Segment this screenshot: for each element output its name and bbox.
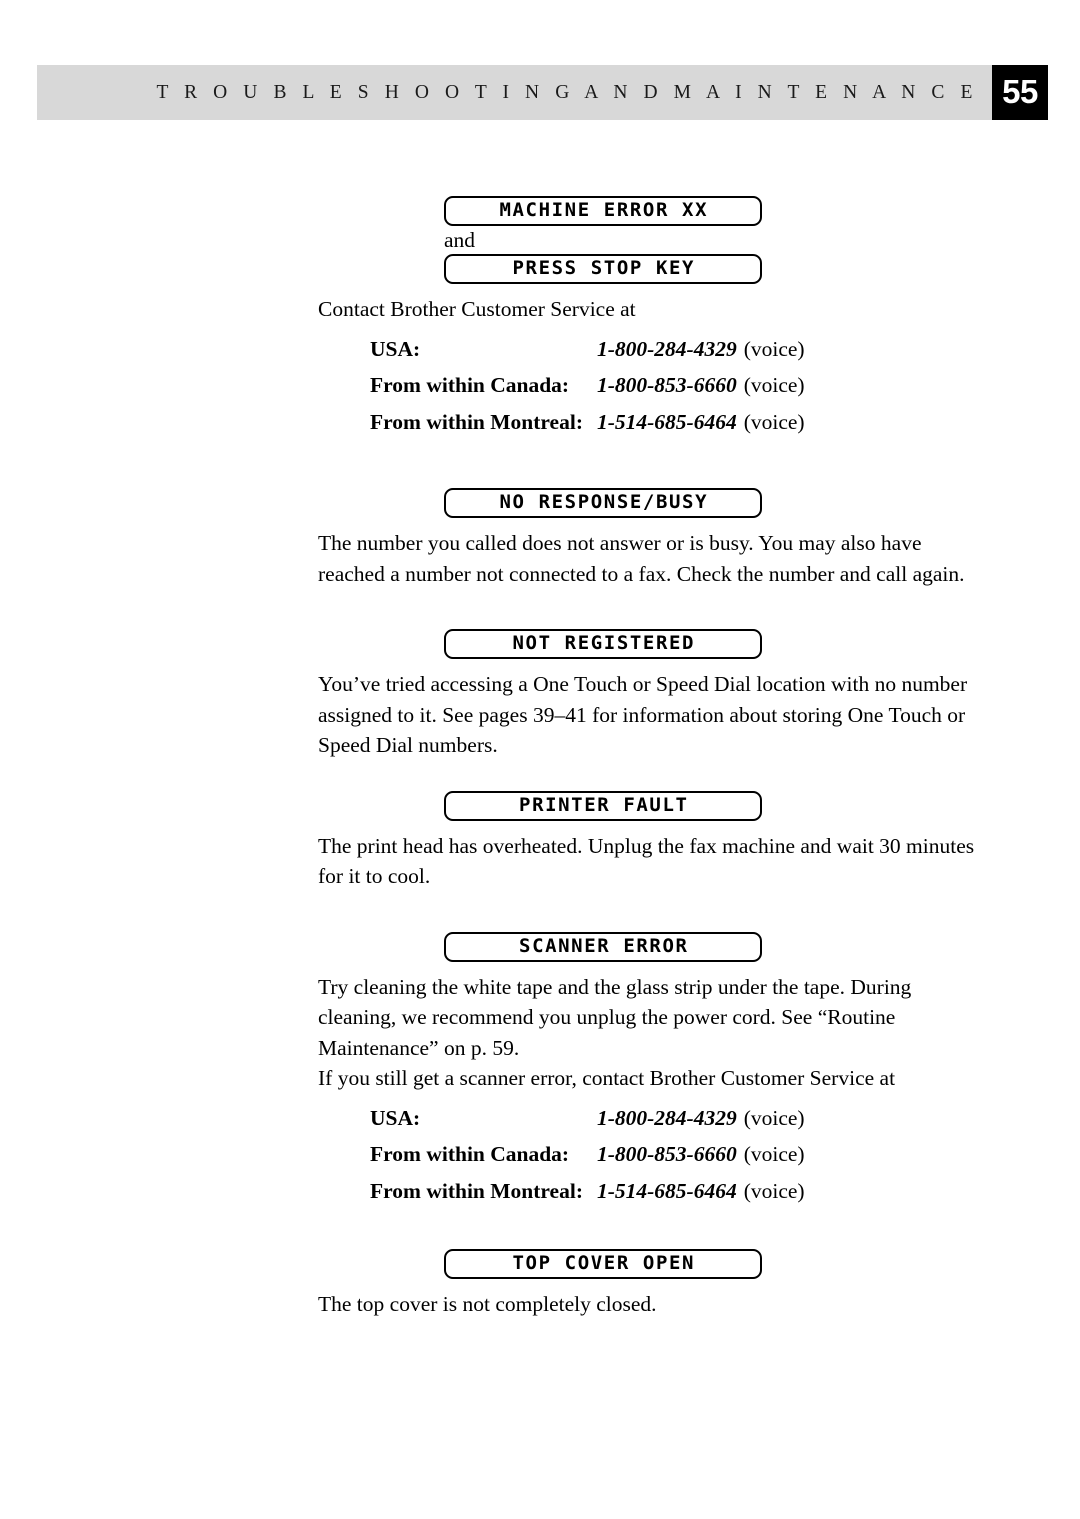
contact-label: From within Canada:	[370, 373, 570, 397]
contact-value: 1-514-685-6464 (voice)	[597, 404, 805, 441]
page-number: 55	[1002, 73, 1038, 110]
contact-note: (voice)	[743, 1105, 805, 1130]
contact-label: From within Montreal:	[370, 409, 583, 434]
contact-row: USA: 1-800-284-4329 (voice)	[318, 331, 805, 368]
lcd-display-no-response-busy: NO RESPONSE/BUSY	[444, 488, 762, 518]
lcd-text: TOP COVER OPEN	[512, 1252, 696, 1274]
contact-label: From within Montreal:	[370, 1178, 583, 1203]
page-number-box: 55	[992, 65, 1048, 120]
section-body-text: The print head has overheated. Unplug th…	[318, 833, 975, 889]
page-header-band: T R O U B L E S H O O T I N G A N D M A …	[37, 65, 1048, 120]
contact-phone-number: 1-800-853-6660	[596, 373, 737, 397]
page-header-title: T R O U B L E S H O O T I N G A N D M A …	[156, 82, 978, 103]
lcd-display-not-registered: NOT REGISTERED	[444, 629, 762, 659]
contact-note: (voice)	[743, 409, 805, 434]
section-body-text: Try cleaning the white tape and the glas…	[318, 974, 912, 1060]
lcd-text: PRINTER FAULT	[519, 793, 689, 816]
contact-row: From within Montreal: 1-514-685-6464 (voi…	[318, 404, 805, 441]
contact-phone-number: 1-514-685-6464	[596, 409, 737, 434]
section-machine-error: MACHINE ERROR XX and PRESS STOP KEY Cont…	[318, 196, 980, 440]
section-body-text: You’ve tried accessing a One Touch or Sp…	[318, 672, 968, 757]
contact-phone-number: 1-800-284-4329	[596, 336, 737, 361]
contact-phone-number: 1-800-284-4329	[596, 1105, 737, 1130]
section-not-registered: NOT REGISTERED You’ve tried accessing a …	[318, 629, 980, 761]
lcd-display-machine-error: MACHINE ERROR XX	[444, 196, 762, 226]
contact-value: 1-514-685-6464 (voice)	[597, 1173, 805, 1210]
section-printer-fault: PRINTER FAULT The print head has overhea…	[318, 790, 980, 892]
contact-value: 1-800-853-6660 (voice)	[597, 367, 805, 404]
conjunction-and: and	[444, 228, 476, 252]
contact-row: From within Canada: 1-800-853-6660 (voice…	[318, 367, 805, 404]
section-no-response-busy: NO RESPONSE/BUSY The number you called d…	[318, 488, 980, 589]
section-scanner-error: SCANNER ERROR Try cleaning the white tap…	[318, 931, 980, 1210]
contact-value: 1-800-284-4329 (voice)	[597, 331, 805, 368]
contact-label: USA:	[370, 336, 421, 361]
contact-note: (voice)	[743, 1142, 805, 1166]
lcd-text: NOT REGISTERED	[512, 632, 696, 654]
lcd-display-printer-fault: PRINTER FAULT	[444, 790, 762, 821]
contact-phone-number: 1-514-685-6464	[596, 1178, 737, 1203]
contact-row: USA: 1-800-284-4329 (voice)	[318, 1100, 805, 1137]
lcd-text: PRESS STOP KEY	[512, 257, 696, 279]
lcd-display-scanner-error: SCANNER ERROR	[444, 931, 762, 962]
contact-list-top: USA: 1-800-284-4329 (voice) From within C…	[318, 331, 805, 441]
page-content: MACHINE ERROR XX and PRESS STOP KEY Cont…	[318, 196, 980, 1320]
contact-value: 1-800-853-6660 (voice)	[597, 1136, 805, 1173]
lcd-text: MACHINE ERROR XX	[499, 199, 709, 221]
section-top-cover-open: TOP COVER OPEN The top cover is not comp…	[318, 1249, 980, 1320]
contact-label: From within Canada:	[370, 1142, 570, 1166]
contact-intro-text: Contact Brother Customer Service at	[318, 297, 636, 321]
contact-phone-number: 1-800-853-6660	[596, 1142, 737, 1166]
contact-note: (voice)	[743, 1178, 805, 1203]
lcd-display-top-cover-open: TOP COVER OPEN	[444, 1249, 762, 1279]
lcd-text: SCANNER ERROR	[519, 934, 689, 957]
contact-list-bottom: USA: 1-800-284-4329 (voice) From within C…	[318, 1100, 805, 1210]
contact-note: (voice)	[743, 336, 805, 361]
section-body-text: The top cover is not completely closed.	[318, 1292, 657, 1316]
contact-note: (voice)	[743, 373, 805, 397]
lcd-text: NO RESPONSE/BUSY	[499, 491, 709, 513]
contact-row: From within Canada: 1-800-853-6660 (voice…	[318, 1136, 805, 1173]
contact-value: 1-800-284-4329 (voice)	[597, 1100, 805, 1137]
section-body-text-secondary: If you still get a scanner error, contac…	[318, 1066, 896, 1090]
lcd-display-press-stop-key: PRESS STOP KEY	[444, 254, 762, 284]
section-body-text: The number you called does not answer or…	[318, 531, 965, 586]
contact-row: From within Montreal: 1-514-685-6464 (voi…	[318, 1173, 805, 1210]
contact-label: USA:	[370, 1105, 421, 1130]
